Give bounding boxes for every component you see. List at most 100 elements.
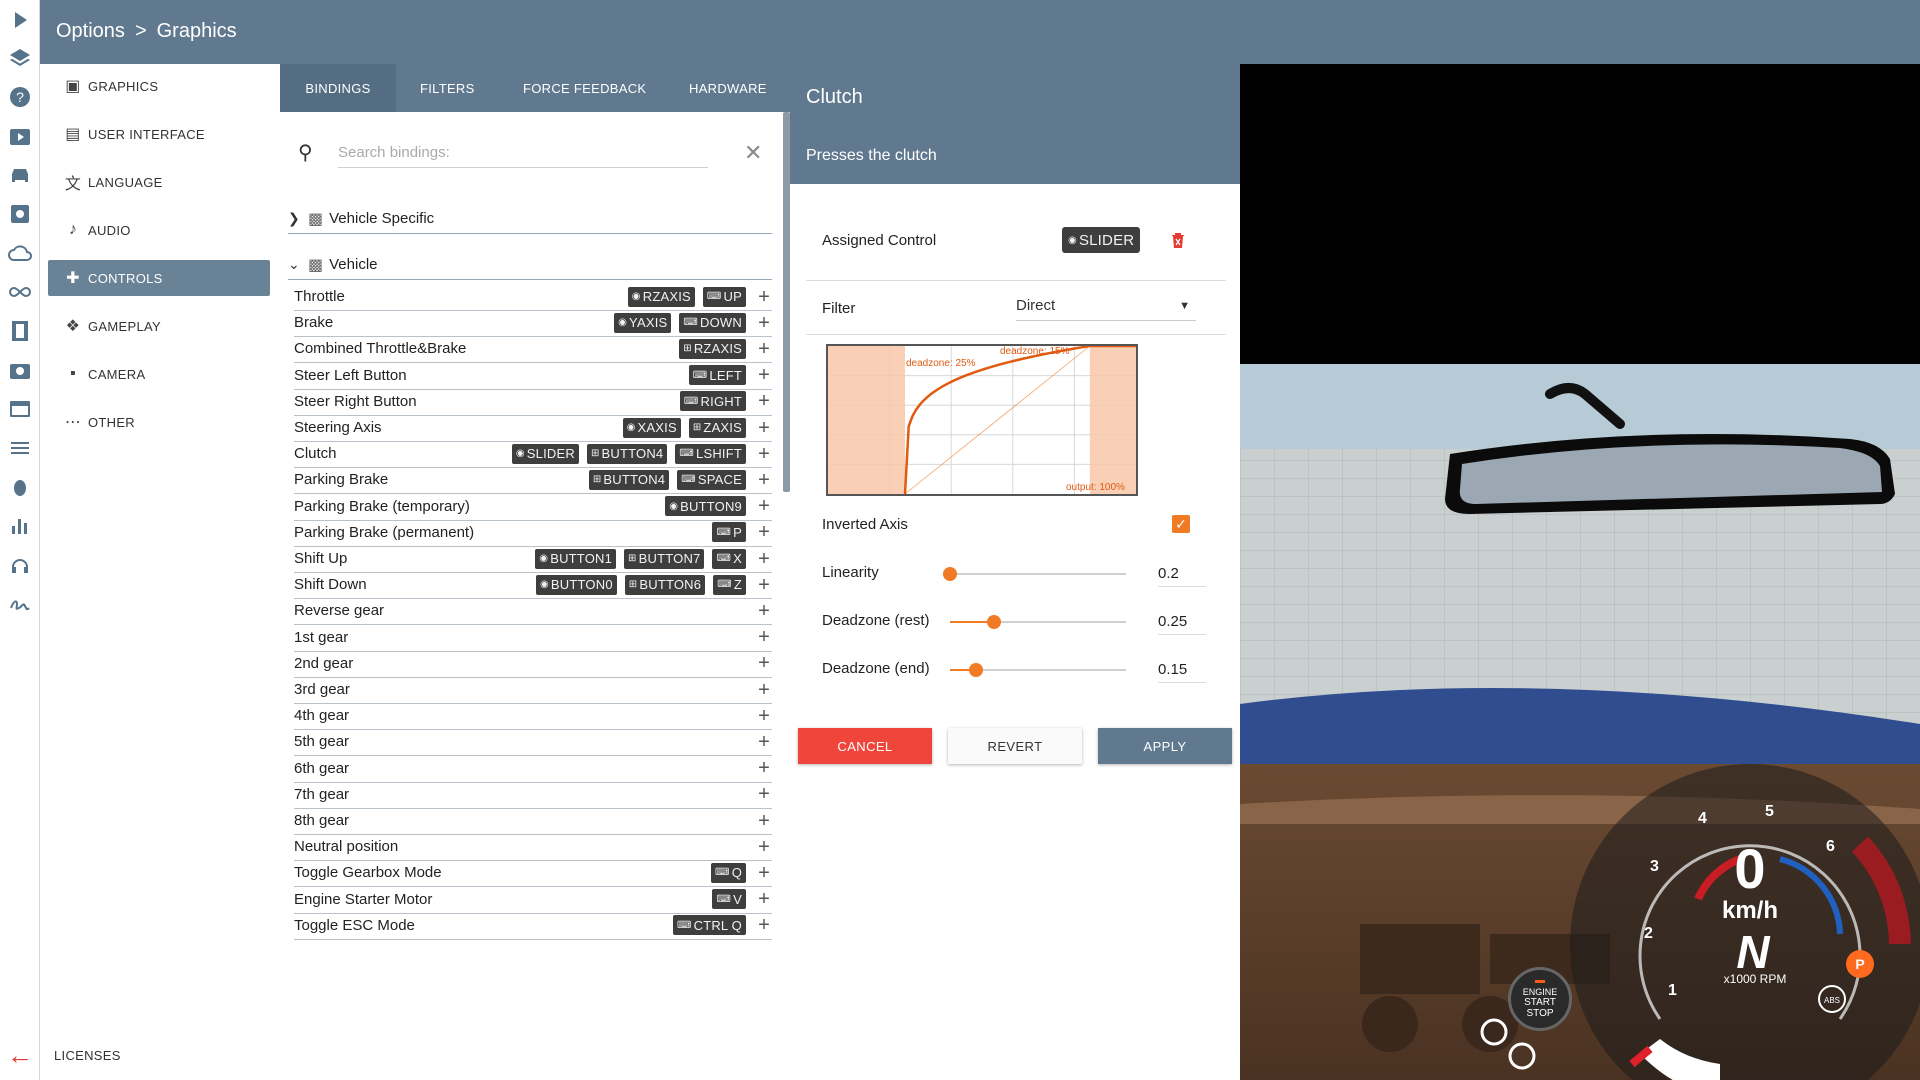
group-vehicle[interactable]: ⌄ ▩ Vehicle <box>288 250 772 280</box>
binding-row[interactable]: Clutch ◉ SLIDER ⊞ BUTTON4 ⌨ LSHIFT + <box>294 440 772 469</box>
media-icon[interactable] <box>6 122 34 150</box>
add-binding-icon[interactable]: + <box>756 313 772 333</box>
binding-chip[interactable]: ⊞ BUTTON6 <box>624 574 706 595</box>
tab-bindings[interactable]: BINDINGS <box>280 64 396 112</box>
filter-select[interactable]: Direct ▼ <box>1016 291 1196 321</box>
add-binding-icon[interactable]: + <box>756 418 772 438</box>
add-binding-icon[interactable]: + <box>756 601 772 621</box>
sliders-icon[interactable] <box>6 434 34 462</box>
add-binding-icon[interactable]: + <box>756 758 772 778</box>
binding-chip[interactable]: ⌨ DOWN <box>679 312 746 333</box>
close-icon[interactable]: ✕ <box>744 140 762 166</box>
category-user-interface[interactable]: ▤ USER INTERFACE <box>48 116 270 152</box>
add-binding-icon[interactable]: + <box>756 837 772 857</box>
delete-icon[interactable] <box>1170 231 1186 249</box>
binding-row[interactable]: Brake ◉ YAXIS ⌨ DOWN + <box>294 309 772 338</box>
add-binding-icon[interactable]: + <box>756 889 772 909</box>
inverted-axis-checkbox[interactable]: ✓ <box>1172 515 1190 533</box>
add-binding-icon[interactable]: + <box>756 811 772 831</box>
binding-row[interactable]: 4th gear + <box>294 702 772 731</box>
back-arrow-icon[interactable]: ← <box>6 1040 34 1070</box>
binding-row[interactable]: Toggle ESC Mode ⌨ CTRL Q + <box>294 912 772 940</box>
binding-row[interactable]: 6th gear + <box>294 755 772 783</box>
binding-chip[interactable]: ◉ BUTTON9 <box>665 496 746 517</box>
assigned-control-chip[interactable]: ◉ SLIDER <box>1062 227 1141 253</box>
add-binding-icon[interactable]: + <box>756 365 772 385</box>
film-icon[interactable] <box>6 317 34 345</box>
add-binding-icon[interactable]: + <box>756 391 772 411</box>
slider-thumb[interactable] <box>943 567 957 581</box>
binding-chip[interactable]: ◉ BUTTON1 <box>535 548 617 569</box>
category-camera[interactable]: ▪ CAMERA <box>48 356 270 392</box>
binding-row[interactable]: Shift Down ◉ BUTTON0 ⊞ BUTTON6 ⌨ Z + <box>294 571 772 600</box>
binding-row[interactable]: Toggle Gearbox Mode ⌨ Q + <box>294 859 772 888</box>
binding-chip[interactable]: ⌨ X <box>712 548 746 569</box>
category-controls[interactable]: ✚ CONTROLS <box>48 260 270 296</box>
add-binding-icon[interactable]: + <box>756 470 772 490</box>
binding-row[interactable]: 7th gear + <box>294 781 772 809</box>
add-binding-icon[interactable]: + <box>756 653 772 673</box>
scrollbar[interactable] <box>783 112 790 492</box>
binding-row[interactable]: Parking Brake ⊞ BUTTON4 ⌨ SPACE + <box>294 466 772 495</box>
category-other[interactable]: ⋯ OTHER <box>48 404 270 440</box>
add-binding-icon[interactable]: + <box>756 732 772 752</box>
binding-chip[interactable]: ⊞ BUTTON4 <box>586 443 668 464</box>
category-graphics[interactable]: ▣ GRAPHICS <box>48 68 270 104</box>
category-language[interactable]: 文 LANGUAGE <box>48 164 270 200</box>
deadzone-rest-slider[interactable] <box>950 612 1126 632</box>
binding-row[interactable]: Reverse gear + <box>294 597 772 626</box>
add-binding-icon[interactable]: + <box>756 863 772 883</box>
car-icon[interactable] <box>6 161 34 189</box>
search-input[interactable] <box>338 138 708 168</box>
binding-row[interactable]: Throttle ◉ RZAXIS ⌨ UP + <box>294 283 772 311</box>
category-gameplay[interactable]: ❖ GAMEPLAY <box>48 308 270 344</box>
binding-row[interactable]: Shift Up ◉ BUTTON1 ⊞ BUTTON7 ⌨ X + <box>294 545 772 573</box>
binding-chip[interactable]: ⌨ LEFT <box>688 365 746 386</box>
settings-icon[interactable] <box>6 200 34 228</box>
infinity-icon[interactable] <box>6 278 34 306</box>
binding-row[interactable]: Steer Left Button ⌨ LEFT + <box>294 362 772 390</box>
binding-row[interactable]: Neutral position + <box>294 833 772 862</box>
binding-row[interactable]: 2nd gear + <box>294 650 772 678</box>
binding-row[interactable]: 3rd gear + <box>294 676 772 704</box>
help-icon[interactable]: ? <box>6 83 34 111</box>
slider-thumb[interactable] <box>987 615 1001 629</box>
deadzone-end-slider[interactable] <box>950 660 1126 680</box>
binding-row[interactable]: Parking Brake (permanent) ⌨ P + <box>294 519 772 547</box>
binding-chip[interactable]: ⌨ Z <box>713 574 746 595</box>
binding-chip[interactable]: ⌨ CTRL Q <box>672 915 746 936</box>
tab-filters[interactable]: FILTERS <box>420 64 475 112</box>
add-binding-icon[interactable]: + <box>756 706 772 726</box>
binding-chip[interactable]: ◉ BUTTON0 <box>535 574 617 595</box>
category-audio[interactable]: ♪ AUDIO <box>48 212 270 248</box>
breadcrumb-root[interactable]: Options <box>56 20 125 43</box>
binding-row[interactable]: Steering Axis ◉ XAXIS ⊞ ZAXIS + <box>294 414 772 442</box>
licenses-link[interactable]: LICENSES <box>54 1048 121 1063</box>
add-binding-icon[interactable]: + <box>756 627 772 647</box>
play-icon[interactable] <box>6 6 34 34</box>
camera-icon[interactable] <box>6 356 34 384</box>
binding-chip[interactable]: ⌨ UP <box>702 286 746 307</box>
binding-row[interactable]: 8th gear + <box>294 807 772 835</box>
binding-chip[interactable]: ⌨ LSHIFT <box>675 443 746 464</box>
bug-icon[interactable] <box>6 473 34 501</box>
cancel-button[interactable]: CANCEL <box>798 728 932 764</box>
deadzone-rest-value[interactable]: 0.25 <box>1158 609 1206 635</box>
binding-row[interactable]: Parking Brake (temporary) ◉ BUTTON9 + <box>294 493 772 521</box>
binding-row[interactable]: 5th gear + <box>294 728 772 757</box>
binding-row[interactable]: Combined Throttle&Brake ⊞ RZAXIS + <box>294 335 772 364</box>
linearity-value[interactable]: 0.2 <box>1158 561 1206 587</box>
apply-button[interactable]: APPLY <box>1098 728 1232 764</box>
add-binding-icon[interactable]: + <box>756 444 772 464</box>
tab-force-feedback[interactable]: FORCE FEEDBACK <box>523 64 646 112</box>
tab-hardware[interactable]: HARDWARE <box>689 64 767 112</box>
binding-chip[interactable]: ◉ YAXIS <box>614 312 672 333</box>
headphones-icon[interactable] <box>6 551 34 579</box>
deadzone-end-value[interactable]: 0.15 <box>1158 657 1206 683</box>
group-vehicle-specific[interactable]: ❯ ▩ Vehicle Specific <box>288 204 772 234</box>
binding-row[interactable]: 1st gear + <box>294 624 772 652</box>
add-binding-icon[interactable]: + <box>756 575 772 595</box>
binding-chip[interactable]: ◉ RZAXIS <box>627 286 695 307</box>
binding-row[interactable]: Engine Starter Motor ⌨ V + <box>294 886 772 914</box>
binding-chip[interactable]: ⊞ ZAXIS <box>688 417 746 438</box>
